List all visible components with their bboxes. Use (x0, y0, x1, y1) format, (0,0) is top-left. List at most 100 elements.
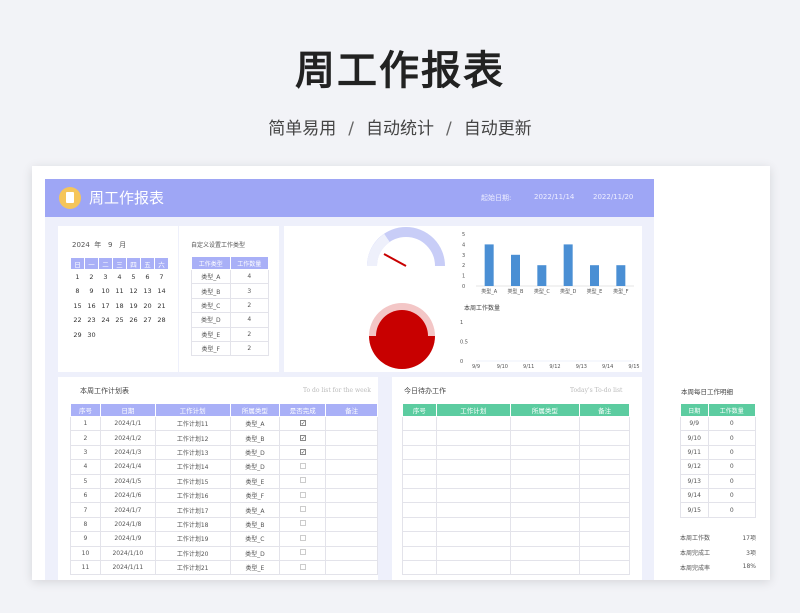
todo-cell[interactable] (579, 516, 630, 533)
done-checkbox[interactable]: ✓ (299, 420, 306, 427)
calendar-day[interactable]: 10 (99, 284, 113, 299)
todo-cell[interactable] (402, 502, 437, 518)
done-cell[interactable] (279, 559, 327, 576)
type-cell[interactable]: 类型_B (191, 283, 231, 299)
type-cell[interactable]: 2 (229, 297, 269, 314)
done-cell[interactable] (279, 459, 327, 475)
plan-cell[interactable]: 类型_D (229, 459, 281, 475)
calendar-day[interactable]: 3 (99, 270, 113, 285)
plan-cell[interactable]: 工作计划20 (154, 545, 231, 561)
calendar-day[interactable]: 17 (99, 299, 113, 314)
plan-cell[interactable] (325, 430, 378, 446)
todo-cell[interactable] (509, 559, 581, 576)
done-cell[interactable] (279, 473, 327, 489)
calendar-day[interactable]: 30 (85, 328, 99, 343)
calendar-day[interactable]: 6 (141, 270, 155, 285)
todo-cell[interactable] (402, 459, 437, 475)
plan-cell[interactable]: 工作计划11 (154, 415, 231, 432)
start-date-value[interactable]: 2022/11/14 (534, 193, 574, 201)
todo-cell[interactable] (509, 415, 581, 432)
todo-cell[interactable] (435, 559, 511, 576)
plan-cell[interactable]: 2024/1/1 (99, 415, 156, 432)
plan-cell[interactable]: 2024/1/3 (99, 444, 156, 461)
todo-cell[interactable] (579, 502, 630, 518)
done-cell[interactable] (279, 487, 327, 504)
todo-cell[interactable] (509, 502, 581, 518)
todo-cell[interactable] (402, 531, 437, 547)
plan-cell[interactable] (325, 459, 378, 475)
plan-cell[interactable]: 2024/1/6 (99, 487, 156, 504)
todo-cell[interactable] (509, 444, 581, 461)
plan-cell[interactable] (325, 444, 378, 461)
calendar-day[interactable]: 20 (141, 299, 155, 314)
calendar-day[interactable]: 21 (155, 299, 169, 314)
plan-cell[interactable]: 类型_C (229, 531, 281, 547)
done-cell[interactable]: ✓ (279, 430, 327, 446)
type-cell[interactable]: 2 (229, 340, 269, 357)
calendar-day[interactable]: 4 (113, 270, 127, 285)
done-cell[interactable]: ✓ (279, 415, 327, 432)
todo-cell[interactable] (579, 430, 630, 446)
calendar-day[interactable]: 23 (85, 313, 99, 328)
plan-cell[interactable]: 工作计划17 (154, 502, 231, 518)
todo-cell[interactable] (402, 473, 437, 489)
plan-cell[interactable]: 类型_A (229, 415, 281, 432)
calendar-day[interactable]: 9 (85, 284, 99, 299)
plan-cell[interactable]: 工作计划12 (154, 430, 231, 446)
todo-cell[interactable] (435, 531, 511, 547)
done-checkbox[interactable] (299, 549, 306, 556)
calendar-day[interactable]: 25 (113, 313, 127, 328)
plan-cell[interactable]: 2024/1/4 (99, 459, 156, 475)
calendar-day[interactable]: 28 (155, 313, 169, 328)
todo-cell[interactable] (402, 516, 437, 533)
done-checkbox[interactable] (299, 534, 306, 541)
todo-cell[interactable] (579, 444, 630, 461)
plan-cell[interactable]: 2024/1/5 (99, 473, 156, 489)
plan-cell[interactable]: 类型_E (229, 559, 281, 576)
todo-cell[interactable] (509, 430, 581, 446)
end-date-value[interactable]: 2022/11/20 (593, 193, 633, 201)
todo-cell[interactable] (435, 444, 511, 461)
plan-cell[interactable]: 类型_D (229, 545, 281, 561)
plan-cell[interactable] (325, 415, 378, 432)
done-checkbox[interactable]: ✓ (299, 434, 306, 441)
plan-cell[interactable]: 工作计划13 (154, 444, 231, 461)
todo-cell[interactable] (402, 559, 437, 576)
plan-cell[interactable]: 工作计划15 (154, 473, 231, 489)
todo-cell[interactable] (579, 545, 630, 561)
todo-cell[interactable] (402, 430, 437, 446)
type-cell[interactable]: 2 (229, 326, 269, 342)
todo-cell[interactable] (579, 473, 630, 489)
plan-cell[interactable] (325, 473, 378, 489)
calendar-day[interactable]: 27 (141, 313, 155, 328)
done-checkbox[interactable] (299, 520, 306, 527)
type-cell[interactable]: 类型_A (191, 268, 231, 285)
plan-cell[interactable]: 4 (70, 459, 101, 475)
type-cell[interactable]: 类型_D (191, 312, 231, 328)
plan-cell[interactable]: 类型_E (229, 473, 281, 489)
calendar-day[interactable]: 7 (155, 270, 169, 285)
calendar-day[interactable]: 19 (127, 299, 141, 314)
plan-cell[interactable]: 工作计划18 (154, 516, 231, 533)
todo-cell[interactable] (435, 459, 511, 475)
calendar-day[interactable]: 29 (71, 328, 85, 343)
type-cell[interactable]: 类型_C (191, 297, 231, 314)
plan-cell[interactable]: 工作计划14 (154, 459, 231, 475)
done-cell[interactable] (279, 545, 327, 561)
calendar-day[interactable]: 1 (71, 270, 85, 285)
plan-cell[interactable] (325, 502, 378, 518)
done-checkbox[interactable] (299, 506, 306, 513)
done-cell[interactable]: ✓ (279, 444, 327, 461)
calendar-day[interactable]: 11 (113, 284, 127, 299)
plan-cell[interactable]: 工作计划19 (154, 531, 231, 547)
calendar-day[interactable]: 14 (155, 284, 169, 299)
plan-cell[interactable]: 2024/1/2 (99, 430, 156, 446)
done-checkbox[interactable]: ✓ (299, 448, 306, 455)
todo-cell[interactable] (402, 545, 437, 561)
plan-cell[interactable]: 类型_A (229, 502, 281, 518)
calendar-day[interactable]: 5 (127, 270, 141, 285)
plan-cell[interactable] (325, 516, 378, 533)
plan-cell[interactable]: 3 (70, 444, 101, 461)
calendar-day[interactable]: 18 (113, 299, 127, 314)
calendar-day[interactable]: 8 (71, 284, 85, 299)
